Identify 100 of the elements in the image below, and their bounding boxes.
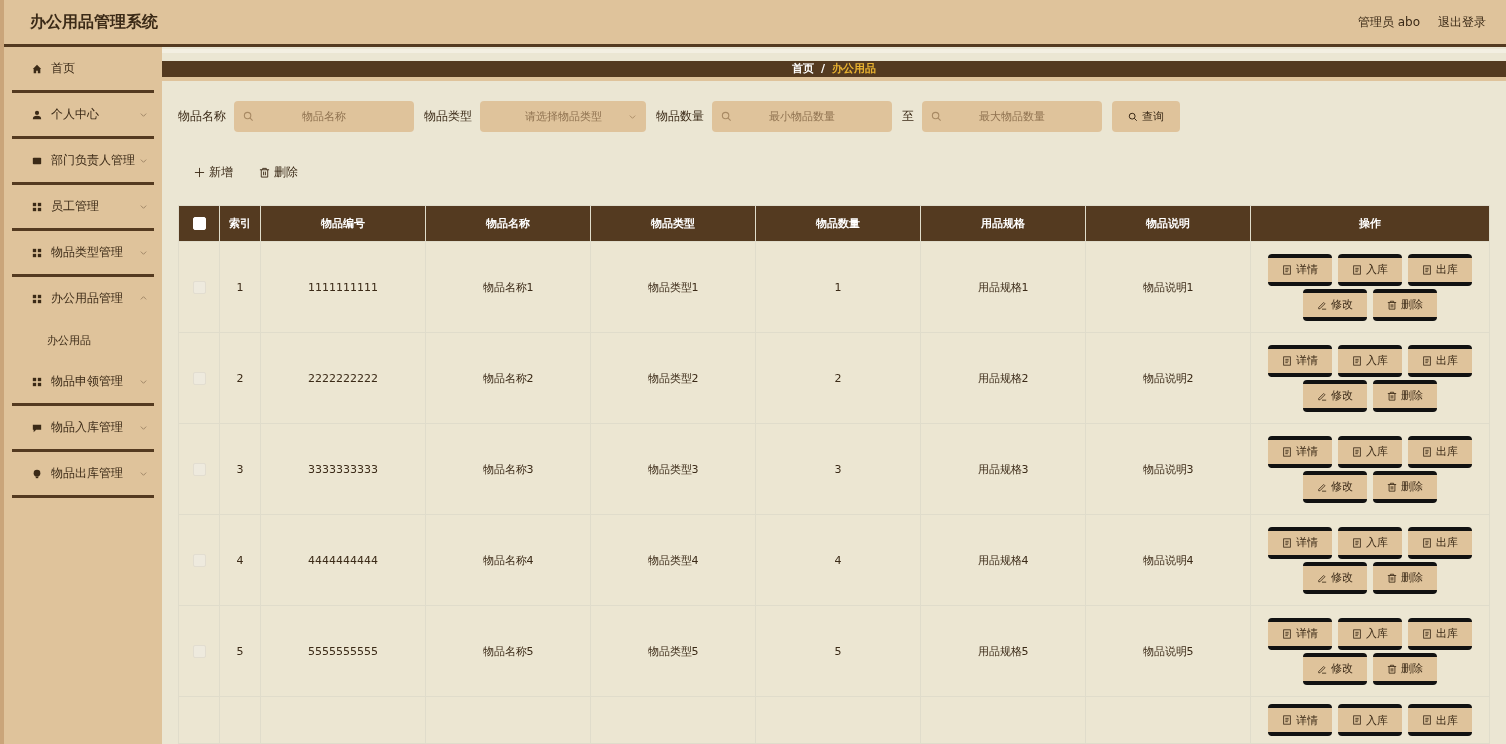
sidebar-item[interactable]: 个人中心 [12, 93, 154, 136]
document-icon [1352, 537, 1362, 548]
table-cell: 物品名称3 [482, 462, 534, 476]
table-cell: 4444444444 [308, 553, 378, 567]
action-button[interactable]: 删除 [1373, 561, 1437, 594]
table-cell: 物品说明3 [1142, 462, 1194, 476]
action-button[interactable]: 入库 [1338, 435, 1402, 468]
logout-link[interactable]: 退出登录 [1438, 13, 1486, 31]
document-icon [1282, 628, 1292, 639]
plus-icon [194, 167, 205, 178]
action-button[interactable]: 修改 [1303, 379, 1367, 412]
table-cell: 2222222222 [308, 371, 378, 385]
action-button[interactable]: 删除 [1373, 470, 1437, 503]
trash-icon [1387, 390, 1397, 401]
caret-icon [628, 112, 637, 121]
action-button[interactable]: 出库 [1408, 435, 1472, 468]
add-button[interactable]: 新增 [188, 160, 239, 185]
action-button[interactable]: 详情 [1268, 253, 1332, 286]
action-button[interactable]: 入库 [1338, 344, 1402, 377]
action-button[interactable]: 详情 [1268, 435, 1332, 468]
column-header: 索引 [219, 205, 261, 242]
search-icon [721, 111, 732, 122]
action-button[interactable]: 修改 [1303, 288, 1367, 321]
pencil-icon [1317, 299, 1327, 310]
action-button[interactable]: 删除 [1373, 288, 1437, 321]
document-icon [1352, 715, 1362, 725]
table-cell: 物品类型4 [647, 553, 699, 567]
grid-icon [32, 201, 42, 212]
action-button[interactable]: 修改 [1303, 652, 1367, 685]
grid-icon [32, 293, 42, 304]
sidebar-item[interactable]: 物品类型管理 [12, 231, 154, 274]
field-label: 物品名称 [178, 108, 226, 125]
sidebar-subitem[interactable]: 办公用品 [12, 320, 154, 360]
action-button[interactable]: 出库 [1408, 526, 1472, 559]
type-select[interactable]: 请选择物品类型 [480, 101, 646, 132]
field-label: 物品数量 [656, 108, 704, 125]
search-field[interactable]: 物品名称 [234, 101, 414, 132]
action-button[interactable]: 详情 [1268, 526, 1332, 559]
chat-icon [32, 422, 42, 433]
table-cell: 物品说明5 [1142, 644, 1194, 658]
table-cell: 4 [236, 553, 244, 567]
bulb-icon [32, 468, 42, 479]
action-button[interactable]: 修改 [1303, 470, 1367, 503]
action-button[interactable]: 详情 [1268, 704, 1332, 736]
action-button[interactable]: 出库 [1408, 617, 1472, 650]
table-cell: 用品规格3 [977, 462, 1029, 476]
sidebar-item[interactable]: 首页 [12, 47, 154, 90]
table-cell: 5 [236, 644, 244, 658]
delete-button[interactable]: 删除 [253, 160, 304, 185]
action-button[interactable]: 出库 [1408, 253, 1472, 286]
app-title: 办公用品管理系统 [30, 11, 159, 33]
search-field[interactable]: 最大物品数量 [922, 101, 1102, 132]
trash-icon [1387, 299, 1397, 310]
action-button[interactable]: 详情 [1268, 344, 1332, 377]
table-cell: 用品规格1 [977, 280, 1029, 294]
home-icon [32, 63, 42, 74]
action-button[interactable]: 入库 [1338, 253, 1402, 286]
document-icon [1352, 264, 1362, 275]
document-icon [1282, 355, 1292, 366]
sidebar-item[interactable]: 物品申领管理 [12, 360, 154, 403]
action-button[interactable]: 出库 [1408, 344, 1472, 377]
action-button[interactable]: 入库 [1338, 617, 1402, 650]
trash-icon [1387, 663, 1397, 674]
table-cell: 物品名称2 [482, 371, 534, 385]
table-cell: 物品名称1 [482, 280, 534, 294]
table-cell: 5 [834, 644, 842, 658]
action-button[interactable]: 出库 [1408, 704, 1472, 736]
table-cell: 2 [236, 371, 244, 385]
document-icon [1282, 446, 1292, 457]
person-icon [32, 109, 42, 120]
search-field[interactable]: 最小物品数量 [712, 101, 892, 132]
action-button[interactable]: 修改 [1303, 561, 1367, 594]
breadcrumb-current: 办公用品 [832, 61, 876, 77]
search-icon [243, 111, 254, 122]
table-cell: 物品类型1 [647, 280, 699, 294]
sidebar-item[interactable]: 员工管理 [12, 185, 154, 228]
action-button[interactable]: 删除 [1373, 652, 1437, 685]
table-cell: 4 [834, 553, 842, 567]
sidebar-item[interactable]: 物品入库管理 [12, 406, 154, 449]
document-icon [1422, 715, 1432, 725]
action-button[interactable]: 删除 [1373, 379, 1437, 412]
search-button[interactable]: 查询 [1112, 101, 1180, 132]
trash-icon [1387, 572, 1397, 583]
table-cell: 3 [236, 462, 244, 476]
document-icon [1282, 715, 1292, 725]
action-button[interactable]: 详情 [1268, 617, 1332, 650]
document-icon [1352, 355, 1362, 366]
action-button[interactable]: 入库 [1338, 704, 1402, 736]
column-header: 用品规格 [920, 205, 1086, 242]
sidebar-item[interactable]: 部门负责人管理 [12, 139, 154, 182]
select-all-checkbox[interactable] [192, 217, 206, 231]
action-button[interactable]: 入库 [1338, 526, 1402, 559]
sidebar-item[interactable]: 物品出库管理 [12, 452, 154, 495]
table-cell: 物品类型2 [647, 371, 699, 385]
column-header: 物品说明 [1085, 205, 1251, 242]
document-icon [1422, 537, 1432, 548]
table-cell: 物品说明2 [1142, 371, 1194, 385]
document-icon [1282, 537, 1292, 548]
sidebar-item[interactable]: 办公用品管理 [12, 277, 154, 320]
breadcrumb-link[interactable]: 首页 [792, 61, 814, 77]
